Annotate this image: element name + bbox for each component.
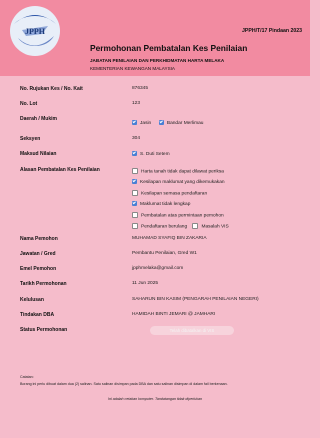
- position-value: Pembantu Penilaian, Gred W1: [132, 251, 197, 256]
- date-value: 11 Jun 2025: [132, 281, 159, 286]
- reason-checkbox[interactable]: [132, 223, 138, 229]
- notes-body: Borang ini perlu dibuat dalam dua (2) sa…: [20, 382, 228, 386]
- reason-option: Kesilapan maklumat yang dikemukakan: [132, 179, 225, 185]
- reason-checkbox[interactable]: [132, 168, 138, 174]
- purpose-value-wrap: S. Duti Setem: [132, 151, 170, 157]
- reason-text: Pembatalan atas permintaan pemohon: [141, 213, 224, 219]
- reason-text: Kesilapan maklumat yang dikemukakan: [140, 179, 225, 185]
- reason-text: Maklumat tidak lengkap: [140, 201, 191, 207]
- area-jasin-checkbox[interactable]: [132, 120, 137, 125]
- email-label: Emel Pemohon: [20, 266, 57, 272]
- lot-value: 123: [132, 101, 141, 106]
- date-label: Tarikh Permohonan: [20, 281, 67, 287]
- header-banner: JPPH JPPH/T/17 Pindaan 2023 Permohonan P…: [0, 0, 310, 76]
- ministry-name: KEMENTERIAN KEWANGAN MALAYSIA: [90, 66, 175, 71]
- footer-note: Ini adalah cetakan komputer. Tandatangan…: [107, 397, 203, 401]
- ref-label: No. Rujukan Kes / No. Kait: [20, 86, 83, 92]
- ref-value: 876345: [132, 86, 149, 91]
- area-merlimau-label: Bandar Merlimau: [166, 120, 204, 126]
- reason-option: Kesilapan semasa pendaftaran: [132, 190, 207, 196]
- dba-label: Tindakan DBA: [20, 312, 55, 318]
- purpose-checkbox[interactable]: [132, 151, 137, 156]
- reason-option: Maklumat tidak lengkap: [132, 201, 190, 207]
- position-label: Jawatan / Gred: [20, 251, 56, 257]
- reason-checkbox[interactable]: [132, 201, 137, 206]
- applicant-label: Nama Pemohon: [20, 236, 58, 242]
- reason-label: Alasan Pembatalan Kes Penilaian: [20, 167, 100, 173]
- area-merlimau-checkbox[interactable]: [158, 120, 164, 125]
- reason-checkbox[interactable]: [132, 212, 138, 218]
- lot-label: No. Lot: [20, 101, 38, 107]
- status-label: Status Permohonan: [20, 327, 68, 333]
- reason-option: Pembatalan atas permintaan pemohon: [132, 212, 224, 218]
- page-title: Permohonan Pembatalan Kes Penilaian: [90, 43, 248, 53]
- purpose-value: S. Duti Setem: [140, 151, 170, 157]
- purpose-label: Maksud Nilaian: [20, 151, 57, 157]
- notes-title: Catatan:: [20, 375, 34, 379]
- area-options: Jasin Bandar Merlimau: [132, 120, 203, 126]
- reason-text: Kesilapan semasa pendaftaran: [141, 191, 208, 197]
- dba-value: HAMIDAH BINTI JEMARI @ JAMHARI: [132, 312, 216, 317]
- approval-value: SAHARUN BIN KASIM (PENGARAH PENILAIAN NE…: [132, 297, 259, 302]
- reason-text: Pendaftaran berulang: [141, 224, 188, 230]
- reason-option: Harta tanah tidak dapat dilawat periksa: [132, 168, 224, 174]
- department-name: JABATAN PENILAIAN DAN PERKHIDMATAN HARTA…: [90, 58, 225, 63]
- section-label: Seksyen: [20, 136, 41, 142]
- applicant-value: MUHAMAD SYAFIQ BIN ZAKARIA: [132, 236, 207, 241]
- email-value: jpphmelaka@gmail.com: [132, 266, 184, 271]
- reason-text: Masalah VIS: [201, 224, 229, 230]
- reason-checkbox[interactable]: [132, 179, 137, 184]
- area-jasin-label: Jasin: [140, 120, 152, 126]
- svg-text:JPPH: JPPH: [25, 27, 46, 36]
- approval-label: Kelulusan: [20, 297, 44, 303]
- reason-option: Pendaftaran berulang Masalah VIS: [132, 223, 229, 229]
- reason-text: Harta tanah tidak dapat dilawat periksa: [141, 169, 224, 175]
- section-value: 304: [132, 136, 141, 141]
- status-badge: Telah dibatalkan di VIS: [150, 326, 234, 335]
- jpph-logo: JPPH: [10, 6, 60, 56]
- document-code: JPPH/T/17 Pindaan 2023: [242, 28, 302, 34]
- reason-checkbox[interactable]: [192, 223, 199, 229]
- area-label: Daerah / Mukim: [20, 116, 57, 122]
- reason-checkbox[interactable]: [132, 190, 138, 196]
